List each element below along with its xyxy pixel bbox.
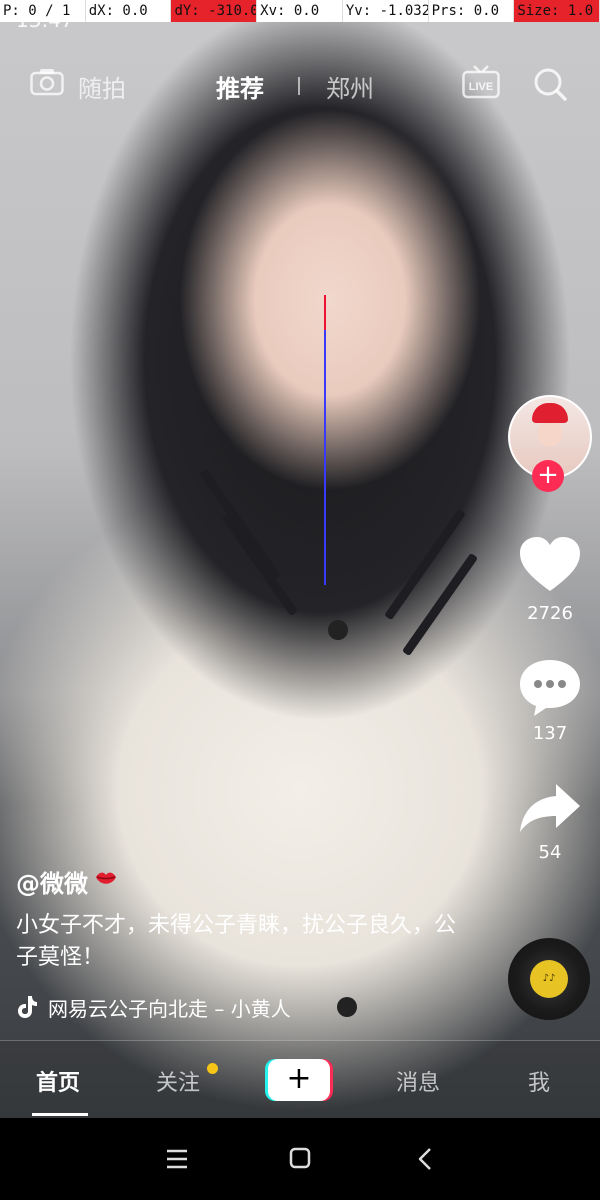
collar-stripe bbox=[401, 552, 479, 657]
back-icon[interactable] bbox=[412, 1146, 440, 1172]
pointer-debug-bar: P: 0 / 1 dX: 0.0 dY: -310.0 Xv: 0.0 Yv: … bbox=[0, 0, 600, 22]
tab-home[interactable]: 首页 bbox=[36, 1065, 80, 1097]
debug-size: Size: 1.0 bbox=[514, 0, 600, 22]
live-icon[interactable]: LIVE bbox=[462, 65, 500, 99]
tab-city[interactable]: 郑州 bbox=[326, 69, 374, 104]
share-count: 54 bbox=[538, 842, 562, 863]
tab-messages[interactable]: 消息 bbox=[396, 1065, 440, 1097]
like-icon[interactable] bbox=[518, 535, 582, 595]
camera-icon[interactable] bbox=[30, 68, 64, 96]
debug-dy: dY: -310.0 bbox=[171, 0, 258, 22]
lips-emoji-icon bbox=[96, 872, 116, 884]
bottom-tab-bar: 首页 关注 + 消息 我 bbox=[0, 1040, 600, 1119]
active-tab-indicator bbox=[32, 1113, 88, 1116]
avatar-image bbox=[532, 403, 568, 423]
follow-button[interactable]: + bbox=[532, 460, 564, 492]
dress-button bbox=[328, 620, 348, 640]
comment-icon[interactable] bbox=[518, 658, 582, 718]
system-nav-bar bbox=[0, 1118, 600, 1200]
collar-stripe bbox=[199, 468, 281, 581]
menu-icon[interactable] bbox=[163, 1146, 191, 1172]
share-icon[interactable] bbox=[518, 780, 582, 840]
top-nav: 随拍 推荐 郑州 LIVE bbox=[0, 55, 600, 115]
svg-text:LIVE: LIVE bbox=[469, 81, 493, 93]
home-icon[interactable] bbox=[286, 1146, 314, 1172]
tab-following[interactable]: 关注 bbox=[156, 1065, 200, 1097]
author-username[interactable]: @微微 bbox=[16, 864, 88, 899]
disc-cover-icon: ♪♪ bbox=[530, 960, 568, 998]
nav-divider bbox=[298, 77, 300, 95]
music-marquee[interactable]: 网易云公子向北走 – 小黄人 bbox=[16, 993, 336, 1023]
music-disc[interactable]: ♪♪ bbox=[508, 938, 590, 1020]
screen: 13:47 P: 0 / 1 dX: 0.0 dY: -310.0 Xv: 0.… bbox=[0, 0, 600, 1200]
music-title: 网易云公子向北走 – 小黄人 bbox=[48, 997, 291, 1021]
collar-stripe bbox=[221, 512, 299, 617]
create-video-button[interactable]: + bbox=[265, 1059, 333, 1101]
debug-pointer-count: P: 0 / 1 bbox=[0, 0, 86, 22]
debug-dx: dX: 0.0 bbox=[86, 0, 172, 22]
tiktok-note-icon bbox=[18, 996, 37, 1018]
camera-shoot-label[interactable]: 随拍 bbox=[78, 69, 126, 104]
plus-icon: + bbox=[268, 1059, 330, 1101]
debug-pressure: Prs: 0.0 bbox=[429, 0, 515, 22]
debug-xv: Xv: 0.0 bbox=[257, 0, 343, 22]
collar-stripe bbox=[384, 508, 466, 621]
video-caption: 小女子不才，未得公子青睐，扰公子良久，公子莫怪！ bbox=[16, 913, 457, 970]
tab-recommend[interactable]: 推荐 bbox=[216, 69, 264, 104]
notification-dot bbox=[207, 1063, 218, 1074]
comment-count: 137 bbox=[532, 723, 568, 744]
tab-me[interactable]: 我 bbox=[528, 1065, 550, 1097]
avatar-image bbox=[538, 419, 562, 447]
search-icon[interactable] bbox=[533, 67, 567, 101]
debug-yv: Yv: -1.032 bbox=[343, 0, 429, 22]
touch-trace-line bbox=[324, 295, 326, 585]
dress-button bbox=[337, 997, 357, 1017]
like-count: 2726 bbox=[527, 603, 573, 624]
